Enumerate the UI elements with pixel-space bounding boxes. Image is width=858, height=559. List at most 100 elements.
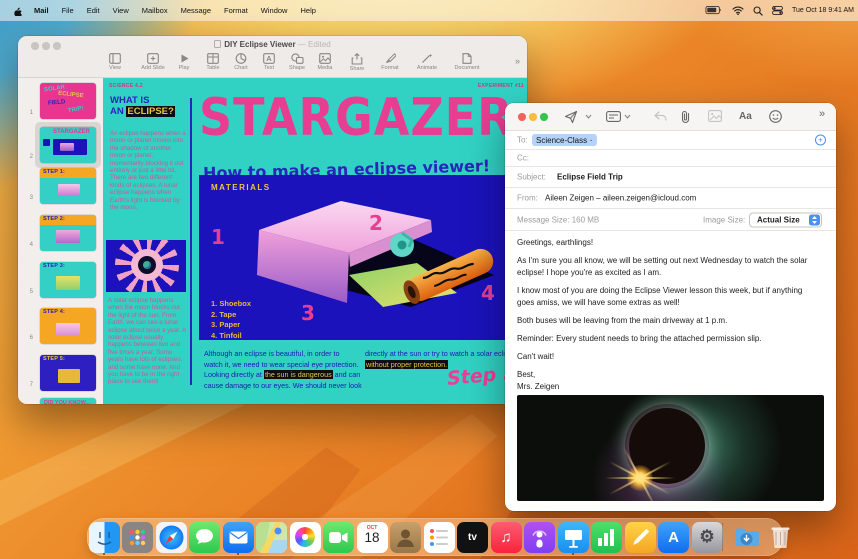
to-field[interactable]: To: Science-Class ⌄ +	[505, 131, 836, 150]
running-indicator-keynote	[571, 552, 574, 555]
slide-thumbnail-7[interactable]: STEP 5:	[40, 355, 96, 391]
dock-messages-icon[interactable]	[189, 521, 220, 553]
dock-reminders-icon[interactable]	[423, 521, 455, 553]
dock-music-icon[interactable]: ♫	[490, 521, 522, 553]
dock-pages-icon[interactable]	[624, 521, 656, 553]
menu-item-message[interactable]: Message	[181, 6, 211, 15]
materials-list: 1. Shoebox 2. Tape 3. Paper 4. Tinfoil	[211, 299, 252, 341]
dropdown-stepper	[808, 214, 820, 226]
subject-field[interactable]: Subject: Eclipse Field Trip	[505, 167, 836, 188]
slide-number: 6	[29, 335, 33, 341]
slide-thumbnail-2[interactable]: STARGAZER	[40, 127, 96, 163]
menu-item-app[interactable]: Mail	[34, 6, 49, 15]
dock-numbers-icon[interactable]	[591, 521, 622, 553]
thumb-box	[56, 323, 80, 336]
menu-item-help[interactable]: Help	[300, 6, 315, 15]
dock-contacts-icon[interactable]	[390, 521, 421, 553]
dock-facetime-icon[interactable]	[323, 521, 354, 553]
slide-thumbnail-6[interactable]: STEP 4:	[40, 308, 96, 344]
thumb-box	[56, 230, 80, 243]
menu-item-mailbox[interactable]: Mailbox	[142, 6, 168, 15]
slide-thumbnail-8[interactable]: DID YOU KNOW...	[40, 398, 96, 404]
format-button[interactable]: Aa	[739, 111, 752, 122]
slide-number: 1	[29, 110, 33, 116]
slide-thumbnail-4[interactable]: STEP 2:	[40, 215, 96, 251]
dock-settings-icon[interactable]: ⚙	[691, 521, 723, 553]
slide-paragraph-3-left: Although an eclipse is beautiful, in ord…	[204, 349, 362, 390]
emoji-button[interactable]	[769, 110, 782, 123]
close-button[interactable]	[518, 113, 526, 121]
gear-icon: ⚙	[699, 527, 715, 546]
slide-navigator: 1 SOLAR ECLIPSE FIELD TRIP! 2 STARGAZER …	[18, 78, 103, 404]
reply-icon[interactable]	[653, 110, 667, 123]
sun-earth	[143, 261, 151, 269]
dock-trash-icon[interactable]	[765, 522, 796, 553]
dock-calendar-icon[interactable]: OCT 18	[356, 521, 388, 553]
message-body[interactable]: Greetings, earthlings! As I'm sure you a…	[517, 237, 819, 399]
zoom-button[interactable]	[540, 113, 548, 121]
send-button[interactable]	[564, 110, 578, 124]
slide-thumbnail-5[interactable]: STEP 3:	[40, 262, 96, 298]
message-size-row: Message Size: 160 MB Image Size: Actual …	[505, 209, 836, 231]
slide-number: 3	[29, 195, 33, 201]
dock-separator	[722, 523, 723, 551]
thumb-shoebox	[60, 143, 74, 151]
slide-number: 2	[29, 154, 33, 160]
cc-field[interactable]: Cc:	[505, 150, 836, 167]
menu-item-window[interactable]: Window	[261, 6, 288, 15]
search-icon[interactable]	[753, 5, 763, 16]
music-note: ♫	[500, 528, 512, 546]
slide-heading: WHAT IS AN ECLIPSE?	[110, 95, 175, 117]
dock-appstore-icon[interactable]: A	[658, 521, 689, 553]
wifi-icon[interactable]	[732, 6, 744, 15]
control-center-icon[interactable]	[772, 6, 783, 15]
dock-podcasts-icon[interactable]	[524, 521, 555, 553]
recipient-token[interactable]: Science-Class ⌄	[532, 134, 598, 146]
insert-photo-icon[interactable]	[708, 110, 722, 122]
header-fields-button[interactable]	[606, 110, 621, 123]
menu-bar: Mail File Edit View Mailbox Message Form…	[0, 0, 858, 21]
dock-mail-icon[interactable]	[222, 521, 254, 553]
thumb-box	[58, 184, 80, 196]
callout-2: 2	[369, 211, 383, 235]
dock-keynote-icon[interactable]	[557, 521, 589, 553]
toolbar-document-button[interactable]: Document	[444, 53, 490, 71]
eclipse-photo-attachment[interactable]	[517, 395, 824, 501]
image-size-dropdown[interactable]: Actual Size	[749, 212, 822, 227]
dock-finder-icon[interactable]	[88, 521, 120, 553]
slide-thumbnail-1[interactable]: SOLAR ECLIPSE FIELD TRIP!	[40, 83, 96, 119]
menu-item-file[interactable]: File	[62, 6, 74, 15]
slide-thumbnail-3[interactable]: STEP 1:	[40, 168, 96, 204]
dock-launchpad-icon[interactable]	[122, 521, 153, 553]
keynote-titlebar: DIY Eclipse Viewer — Edited View Add Sli…	[18, 36, 527, 78]
slide-divider	[190, 98, 192, 385]
send-options-chevron[interactable]	[585, 114, 592, 119]
header-fields-chevron[interactable]	[624, 114, 631, 119]
slide-course-label: SCIENCE 4.2	[109, 83, 143, 89]
dock-maps-icon[interactable]	[256, 521, 287, 553]
document-icon	[214, 40, 222, 48]
sun-illustration	[106, 240, 186, 292]
callout-4: 4	[481, 281, 495, 305]
menu-item-edit[interactable]: Edit	[87, 6, 100, 15]
add-recipient-button[interactable]: +	[815, 134, 826, 146]
battery-icon[interactable]	[705, 6, 723, 15]
minimize-button[interactable]	[529, 113, 537, 121]
slide-canvas[interactable]: SCIENCE 4.2 EXPERIMENT #11 WHAT IS AN ECL…	[103, 78, 527, 404]
apple-menu-icon[interactable]	[14, 6, 22, 16]
menu-item-format[interactable]: Format	[224, 6, 248, 15]
attach-button[interactable]	[679, 110, 692, 124]
slide-number: 7	[29, 382, 33, 388]
tv-logo: tv	[468, 531, 477, 543]
toolbar-overflow-chevron[interactable]: »	[819, 108, 825, 120]
dock-downloads-icon[interactable]	[731, 522, 762, 553]
dock-tv-icon[interactable]: tv	[457, 521, 488, 553]
mail-toolbar: Aa »	[505, 103, 836, 131]
from-field[interactable]: From: Aileen Zeigen – aileen.zeigen@iclo…	[505, 188, 836, 209]
toolbar-overflow-chevron[interactable]: »	[515, 56, 520, 66]
dock-safari-icon[interactable]	[155, 521, 187, 553]
svg-text:A: A	[266, 54, 272, 63]
menu-item-view[interactable]: View	[113, 6, 129, 15]
dock-photos-icon[interactable]	[289, 521, 321, 553]
menu-bar-clock[interactable]: Tue Oct 18 9:41 AM	[792, 7, 854, 14]
